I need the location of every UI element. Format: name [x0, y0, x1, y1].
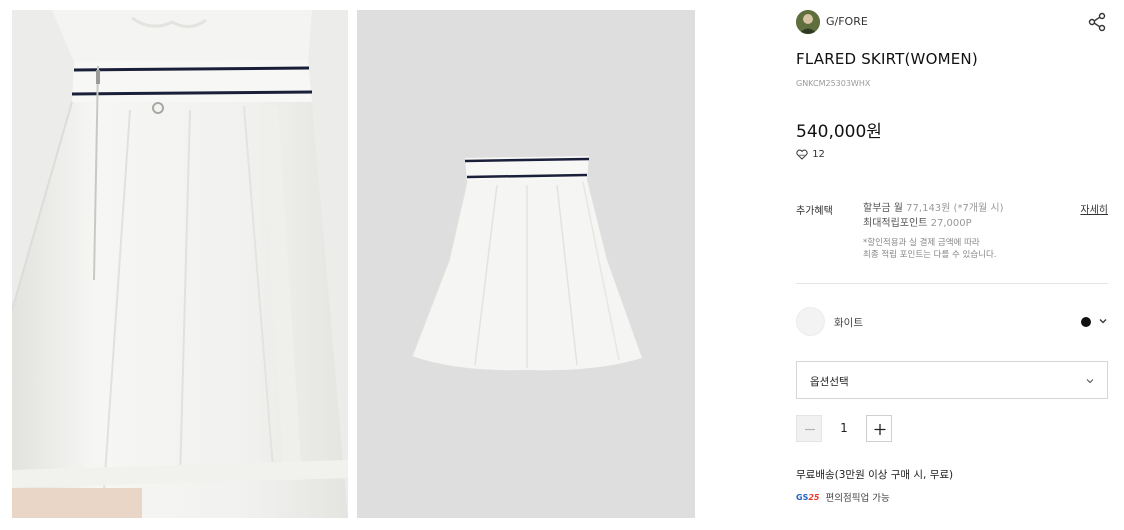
points-label: 최대적립포인트 — [863, 218, 928, 229]
benefit-details: 할부금 월 77,143원 (*7개월 시) 최대적립포인트 27,000P *… — [863, 201, 1073, 261]
divider — [796, 283, 1108, 284]
brand-row: G/FORE — [796, 10, 1108, 34]
model-photo[interactable] — [12, 10, 348, 518]
benefit-detail-link[interactable]: 자세히 — [1080, 201, 1108, 216]
minus-icon — [805, 428, 815, 431]
color-selector[interactable]: 화이트 — [796, 307, 1108, 337]
gs25-logo-25: 25 — [808, 492, 820, 502]
brand-name[interactable]: G/FORE — [826, 15, 868, 28]
share-icon — [1088, 12, 1106, 32]
product-code: GNKCM25303WHX — [796, 79, 871, 88]
product-photo[interactable] — [357, 10, 695, 518]
heart-icon — [796, 149, 808, 160]
product-gallery — [12, 10, 695, 518]
pickup-info: GS25 편의점픽업 가능 — [796, 490, 890, 505]
brand-logo-icon — [796, 10, 820, 34]
chevron-down-icon — [1099, 319, 1107, 324]
plus-icon — [874, 424, 886, 435]
installment-line: 할부금 월 77,143원 (*7개월 시) — [863, 201, 1073, 216]
points-line: 최대적립포인트 27,000P — [863, 216, 1073, 231]
chevron-down-icon — [1086, 379, 1094, 384]
benefit-note-line2: 최종 적립 포인트는 다를 수 있습니다. — [863, 250, 997, 260]
model-photo-illustration — [12, 10, 348, 518]
quantity-value[interactable]: 1 — [822, 415, 866, 442]
option-select-label: 옵션선택 — [810, 376, 849, 388]
benefit-note: *할인적용과 실 결제 금액에 따라 최종 적립 포인트는 다를 수 있습니다. — [863, 237, 1073, 261]
installment-value: 77,143원 (*7개월 시) — [906, 203, 1004, 214]
decrease-quantity-button[interactable] — [796, 415, 822, 442]
like-button[interactable]: 12 — [796, 149, 825, 163]
benefit-note-line1: *할인적용과 실 결제 금액에 따라 — [863, 238, 980, 248]
shipping-info: 무료배송(3만원 이상 구매 시, 무료) — [796, 469, 954, 481]
color-swatch[interactable] — [796, 307, 825, 336]
product-info-panel: G/FORE FLARED SKIRT(WOMEN) GNKCM25303WHX… — [796, 0, 1108, 530]
installment-label: 할부금 월 — [863, 203, 903, 214]
product-title: FLARED SKIRT(WOMEN) — [796, 50, 978, 68]
benefit-label: 추가혜택 — [796, 206, 833, 217]
brand-logo[interactable] — [796, 10, 820, 34]
gs25-logo: GS25 — [796, 493, 819, 502]
pickup-text: 편의점픽업 가능 — [825, 493, 890, 504]
product-photo-illustration — [357, 10, 695, 518]
color-name: 화이트 — [834, 317, 863, 329]
product-price: 540,000원 — [796, 122, 882, 142]
points-value: 27,000P — [930, 218, 972, 229]
quantity-stepper: 1 — [796, 415, 892, 442]
like-count: 12 — [812, 149, 825, 160]
gs25-logo-gs: GS — [796, 492, 809, 502]
option-select[interactable]: 옵션선택 — [796, 361, 1108, 399]
selected-color-dot — [1081, 317, 1091, 327]
increase-quantity-button[interactable] — [866, 415, 892, 442]
share-button[interactable] — [1086, 11, 1108, 33]
